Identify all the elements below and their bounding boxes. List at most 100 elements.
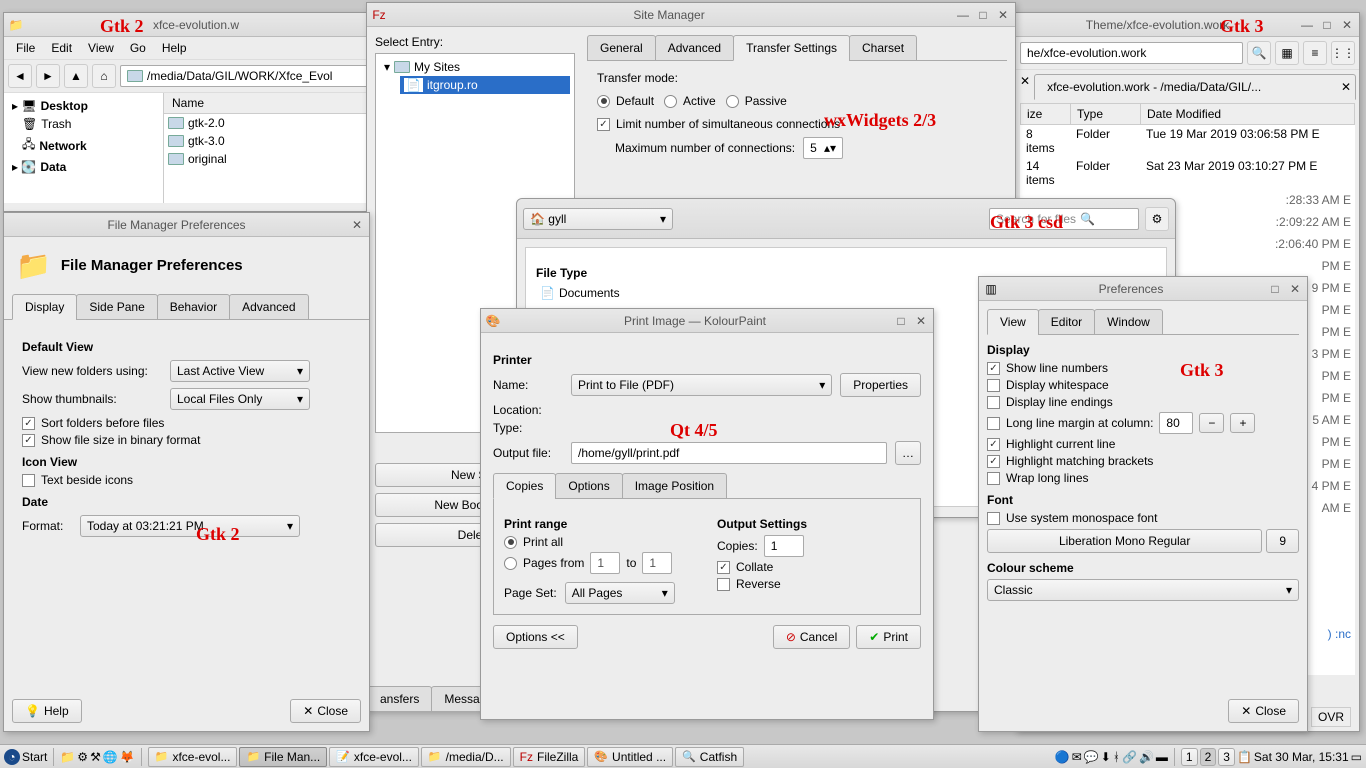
properties-button[interactable]: Properties xyxy=(840,373,921,397)
workspace-2[interactable]: 2 xyxy=(1200,748,1217,766)
check-line-endings[interactable]: Display line endings xyxy=(987,395,1299,409)
tab-sidepane[interactable]: Side Pane xyxy=(76,294,157,320)
combo-scheme[interactable]: Classic▾ xyxy=(987,579,1299,601)
check-system-font[interactable]: Use system monospace font xyxy=(987,511,1299,525)
tray-network-icon[interactable]: 🔗 xyxy=(1122,750,1137,764)
table-row[interactable]: 14 items Folder Sat 23 Mar 2019 03:10:27… xyxy=(1020,157,1355,189)
tab-charset[interactable]: Charset xyxy=(849,35,917,61)
folder-row[interactable]: gtk-3.0 xyxy=(164,132,372,150)
check-text-beside[interactable]: Text beside icons xyxy=(22,473,351,487)
tab-general[interactable]: General xyxy=(587,35,656,61)
launcher-icon[interactable]: ⚒ xyxy=(90,750,101,764)
home-button[interactable]: ⌂ xyxy=(92,64,116,88)
tab-image-position[interactable]: Image Position xyxy=(622,473,727,499)
tab-close-spacer[interactable]: ✕ xyxy=(1020,74,1030,99)
tab-editor[interactable]: Editor xyxy=(1038,309,1095,335)
task-button[interactable]: 🔍 Catfish xyxy=(675,747,744,767)
path-bar[interactable]: /media/Data/GIL/WORK/Xfce_Evol xyxy=(120,65,368,87)
tab-copies[interactable]: Copies xyxy=(493,473,556,499)
launcher-icon[interactable]: 🦊 xyxy=(120,750,135,764)
menu-go[interactable]: Go xyxy=(124,39,152,57)
menu-edit[interactable]: Edit xyxy=(45,39,78,57)
radio-active[interactable]: Active xyxy=(664,94,716,108)
close-icon[interactable]: ✕ xyxy=(349,217,365,233)
back-button[interactable]: ◄ xyxy=(8,64,32,88)
task-button[interactable]: 🎨 Untitled ... xyxy=(587,747,673,767)
radio-print-all[interactable]: Print all xyxy=(504,535,697,549)
font-size-button[interactable]: 9 xyxy=(1266,529,1299,553)
tab-view[interactable]: View xyxy=(987,309,1039,335)
spin-minus[interactable]: − xyxy=(1199,413,1224,433)
check-highlight-line[interactable]: ✓Highlight current line xyxy=(987,437,1299,451)
tab-advanced[interactable]: Advanced xyxy=(655,35,734,61)
options-button[interactable]: Options << xyxy=(493,625,578,649)
output-file-input[interactable] xyxy=(571,442,887,464)
check-wrap[interactable]: Wrap long lines xyxy=(987,471,1299,485)
tree-site-selected[interactable]: 📄 itgroup.ro xyxy=(400,76,570,94)
close-icon[interactable]: ✕ xyxy=(995,7,1011,23)
close-button[interactable]: ✕ Close xyxy=(290,699,361,723)
forward-button[interactable]: ► xyxy=(36,64,60,88)
check-line-numbers[interactable]: ✓Show line numbers xyxy=(987,361,1299,375)
font-chooser[interactable]: Liberation Mono Regular 9 xyxy=(987,529,1299,553)
tray-clipboard-icon[interactable]: 📋 xyxy=(1237,750,1252,764)
bottom-tab-transfers[interactable]: ansfers xyxy=(367,686,432,712)
check-sort-folders[interactable]: ✓Sort folders before files xyxy=(22,416,351,430)
place-trash[interactable]: 🗑 Trash xyxy=(8,115,159,133)
tray-notify-icon[interactable]: 💬 xyxy=(1084,750,1099,764)
col-name[interactable]: Name xyxy=(164,93,372,114)
tab-advanced[interactable]: Advanced xyxy=(229,294,308,320)
place-network[interactable]: 🖧 Network xyxy=(8,133,159,158)
location-combo[interactable]: 🏠 gyll▾ xyxy=(523,208,673,230)
col-modified[interactable]: Date Modified xyxy=(1141,104,1354,124)
tray-update-icon[interactable]: ⬇ xyxy=(1101,750,1111,764)
tray-volume-icon[interactable]: 🔊 xyxy=(1139,750,1154,764)
tab-options[interactable]: Options xyxy=(555,473,622,499)
col-type[interactable]: Type xyxy=(1071,104,1141,124)
start-icon[interactable]: ◔ xyxy=(4,749,20,765)
tray-skype-icon[interactable]: 🔵 xyxy=(1055,750,1070,764)
tray-battery-icon[interactable]: ▬ xyxy=(1156,750,1168,764)
browse-button[interactable]: … xyxy=(895,441,921,465)
table-row[interactable]: 8 items Folder Tue 19 Mar 2019 03:06:58 … xyxy=(1020,125,1355,157)
maximize-icon[interactable]: □ xyxy=(893,313,909,329)
folder-row[interactable]: gtk-2.0 xyxy=(164,114,372,132)
combo-format[interactable]: Today at 03:21:21 PM▾ xyxy=(80,515,300,537)
close-icon[interactable]: ✕ xyxy=(913,313,929,329)
launcher-icon[interactable]: 🌐 xyxy=(103,750,118,764)
gear-icon[interactable]: ⚙ xyxy=(1145,207,1169,231)
print-button[interactable]: ✔ Print xyxy=(856,625,921,649)
start-label[interactable]: Start xyxy=(22,750,47,764)
launcher-icon[interactable]: ⚙ xyxy=(77,750,88,764)
combo-view-new[interactable]: Last Active View▾ xyxy=(170,360,310,382)
view-compact-icon[interactable]: ⋮⋮ xyxy=(1331,41,1355,65)
long-line-input[interactable] xyxy=(1159,412,1193,434)
check-long-line[interactable]: Long line margin at column: − + xyxy=(987,412,1299,434)
tab-behavior[interactable]: Behavior xyxy=(157,294,230,320)
show-desktop-icon[interactable]: ▭ xyxy=(1351,750,1362,764)
view-list-icon[interactable]: ≡ xyxy=(1303,41,1327,65)
close-icon[interactable]: ✕ xyxy=(1339,17,1355,33)
search-icon[interactable]: 🔍 xyxy=(1247,41,1271,65)
up-button[interactable]: ▲ xyxy=(64,64,88,88)
menu-view[interactable]: View xyxy=(82,39,120,57)
help-button[interactable]: 💡 Help xyxy=(12,699,82,723)
check-reverse[interactable]: Reverse xyxy=(717,577,910,591)
check-collate[interactable]: ✓Collate xyxy=(717,560,910,574)
editor-tab[interactable]: xfce-evolution.work - /media/Data/GIL/..… xyxy=(1034,74,1356,100)
workspace-1[interactable]: 1 xyxy=(1181,748,1198,766)
task-button[interactable]: 📁 File Man... xyxy=(239,747,327,767)
check-highlight-brackets[interactable]: ✓Highlight matching brackets xyxy=(987,454,1299,468)
tree-mysites[interactable]: ▾ My Sites xyxy=(380,58,570,76)
check-whitespace[interactable]: Display whitespace xyxy=(987,378,1299,392)
task-button[interactable]: 📁 xfce-evol... xyxy=(148,747,238,767)
combo-page-set[interactable]: All Pages▾ xyxy=(565,582,675,604)
max-conn-spinner[interactable]: 5▴▾ xyxy=(803,137,843,159)
folder-row[interactable]: original xyxy=(164,150,372,168)
tray-mail-icon[interactable]: ✉ xyxy=(1072,750,1082,764)
copies-spinner[interactable] xyxy=(764,535,804,557)
menu-help[interactable]: Help xyxy=(156,39,193,57)
spin-plus[interactable]: + xyxy=(1230,413,1255,433)
place-desktop[interactable]: ▸ 🖥 Desktop xyxy=(8,97,159,115)
check-binary-size[interactable]: ✓Show file size in binary format xyxy=(22,433,351,447)
